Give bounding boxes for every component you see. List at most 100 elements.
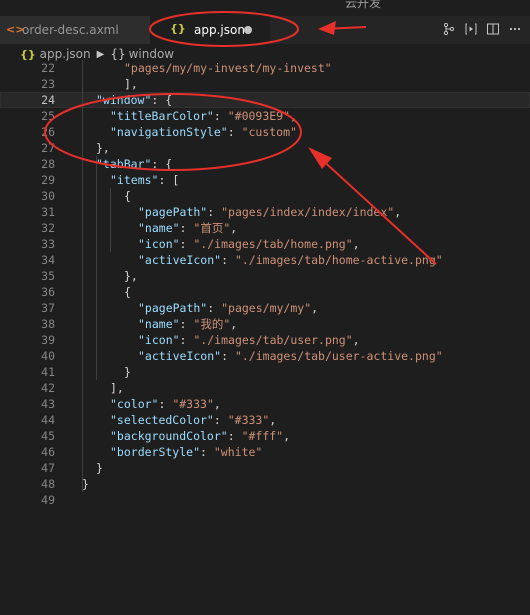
line-number: 36 (41, 285, 55, 299)
code-text: "icon": "./images/tab/home.png", (138, 236, 360, 252)
code-line[interactable]: 45 "backgroundColor": "#fff", (0, 428, 530, 444)
code-line[interactable]: 43 "color": "#333", (0, 396, 530, 412)
json-punctuation: : (213, 413, 228, 427)
code-line[interactable]: 42], (0, 380, 530, 396)
json-string: "white" (213, 445, 263, 459)
code-text: "tabBar": { (96, 156, 172, 172)
code-text: "icon": "./images/tab/user.png", (138, 332, 360, 348)
json-punctuation: } (124, 365, 131, 379)
line-number: 32 (41, 221, 55, 235)
code-line[interactable]: 44 "selectedColor": "#333", (0, 412, 530, 428)
json-key: "color" (110, 397, 159, 411)
json-key: "pagePath" (138, 301, 208, 315)
json-punctuation: } (96, 461, 103, 475)
json-string: "pages/my/my" (221, 301, 312, 315)
json-punctuation: ], (124, 77, 138, 91)
line-number: 45 (41, 429, 55, 443)
json-punctuation: : (221, 349, 235, 363)
editor-actions (442, 16, 530, 44)
code-line[interactable]: 38 "name": "我的", (0, 316, 530, 332)
json-string: "custom" (241, 125, 297, 139)
json-punctuation: , (230, 317, 238, 331)
code-line[interactable]: 22 "pages/my/my-invest/my-invest" (0, 60, 530, 76)
json-punctuation: { (124, 189, 131, 203)
code-text: "borderStyle": "white" (110, 444, 262, 460)
window-titlebar: 云开发 (0, 0, 530, 16)
code-line[interactable]: 26 "navigationStyle": "custom" (0, 124, 530, 140)
json-string: "首页" (193, 221, 231, 235)
code-line[interactable]: 28 "tabBar": { (0, 156, 530, 172)
code-text: ], (110, 380, 124, 396)
json-punctuation: : (227, 429, 242, 443)
json-punctuation: : (179, 237, 194, 251)
line-number: 23 (41, 77, 55, 91)
json-punctuation: , (283, 429, 291, 443)
code-text: }, (124, 268, 138, 284)
code-line[interactable]: 34 "activeIcon": "./images/tab/home-activ… (0, 252, 530, 268)
line-number: 26 (41, 125, 55, 139)
code-line[interactable]: 23], (0, 76, 530, 92)
code-text: ], (124, 76, 138, 92)
json-punctuation: ], (110, 381, 124, 395)
code-line[interactable]: 32 "name": "首页", (0, 220, 530, 236)
json-string: "#333" (227, 413, 270, 427)
code-line[interactable]: 30 { (0, 188, 530, 204)
code-line[interactable]: 47} (0, 460, 530, 476)
split-editor-icon[interactable] (486, 22, 500, 39)
code-line[interactable]: 25 "titleBarColor": "#0093E9", (0, 108, 530, 124)
code-line[interactable]: 24 "window": { (0, 92, 530, 108)
code-text: "navigationStyle": "custom" (110, 124, 297, 140)
json-punctuation: , (290, 109, 297, 123)
indent-guide (110, 188, 111, 252)
code-line[interactable]: 36 { (0, 284, 530, 300)
line-number: 28 (41, 157, 55, 171)
tab-app-json[interactable]: {} app.json (150, 16, 270, 44)
code-line[interactable]: 46 "borderStyle": "white" (0, 444, 530, 460)
chevron-right-icon: ▶ (96, 48, 105, 60)
tab-order-desc-axml[interactable]: <> order-desc.axml (0, 16, 150, 44)
json-punctuation: : (207, 301, 222, 315)
xml-icon: <> (6, 23, 25, 36)
code-line[interactable]: 37 "pagePath": "pages/my/my", (0, 300, 530, 316)
json-string: "#333" (172, 397, 214, 411)
more-icon[interactable] (508, 22, 522, 39)
line-number: 22 (41, 61, 55, 75)
code-line[interactable]: 33 "icon": "./images/tab/home.png", (0, 236, 530, 252)
json-key: "name" (138, 317, 180, 331)
code-line[interactable]: 27}, (0, 140, 530, 156)
line-number: 37 (41, 301, 55, 315)
json-punctuation: , (311, 301, 319, 315)
json-punctuation: , (352, 237, 360, 251)
unsaved-dot-icon[interactable] (244, 26, 252, 34)
code-line[interactable]: 40 "activeIcon": "./images/tab/user-activ… (0, 348, 530, 364)
code-text: }, (96, 140, 110, 156)
code-line[interactable]: 39 "icon": "./images/tab/user.png", (0, 332, 530, 348)
line-number: 43 (41, 397, 55, 411)
code-line[interactable]: 48} (0, 476, 530, 492)
window-title: 云开发 (345, 0, 382, 10)
code-line[interactable]: 35}, (0, 268, 530, 284)
json-key: "icon" (138, 333, 180, 347)
line-number: 27 (41, 141, 55, 155)
code-editor[interactable]: 22 "pages/my/my-invest/my-invest" 23], 24 "w… (0, 60, 530, 510)
line-number: 35 (41, 269, 55, 283)
code-line[interactable]: 49 (0, 492, 530, 508)
json-key: "titleBarColor" (110, 109, 214, 123)
json-punctuation: : (200, 445, 214, 459)
code-line[interactable]: 31 "pagePath": "pages/index/index/index", (0, 204, 530, 220)
json-key: "pagePath" (138, 205, 208, 219)
code-text: "pages/my/my-invest/my-invest" (124, 60, 332, 76)
source-control-icon[interactable] (442, 22, 456, 39)
line-number: 40 (41, 349, 55, 363)
line-number: 25 (41, 109, 55, 123)
preview-icon[interactable] (464, 22, 478, 39)
code-line[interactable]: 29 "items": [ (0, 172, 530, 188)
json-key: "activeIcon" (138, 253, 222, 267)
breadcrumb-item[interactable]: window (129, 47, 175, 61)
line-number: 41 (41, 365, 55, 379)
code-text: "name": "我的", (138, 316, 237, 332)
code-line[interactable]: 41} (0, 364, 530, 380)
code-text: { (124, 188, 131, 204)
breadcrumb-file[interactable]: app.json (40, 47, 91, 61)
line-number: 38 (41, 317, 55, 331)
